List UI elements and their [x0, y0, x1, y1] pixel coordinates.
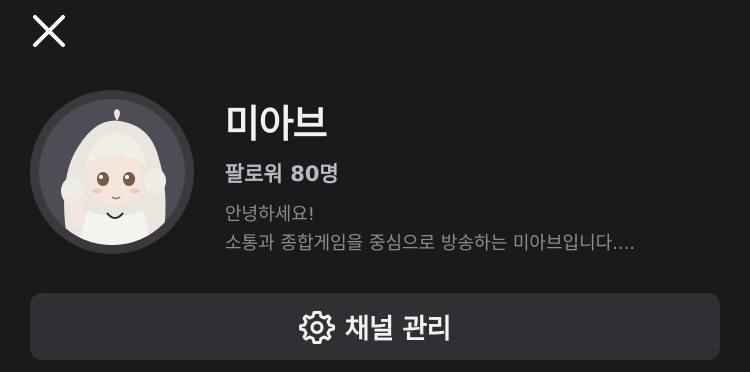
channel-manage-label: 채널 관리: [344, 314, 452, 345]
avatar[interactable]: [30, 90, 194, 254]
channel-profile-panel: 미아브 팔로워 80명 안녕하세요! 소통과 종합게임을 중심으로 방송하는 미…: [0, 0, 750, 372]
gear-icon: [298, 309, 335, 345]
channel-name: 미아브: [225, 102, 328, 146]
close-button[interactable]: [28, 10, 70, 52]
profile-info: 미아브 팔로워 80명 안녕하세요! 소통과 종합게임을 중심으로 방송하는 미…: [225, 100, 730, 258]
bio-line: 안녕하세요!: [225, 204, 316, 225]
follower-count: 팔로워 80명: [225, 162, 339, 186]
avatar-image: [39, 99, 185, 245]
close-icon: [33, 15, 65, 47]
bio-line: 소통과 종합게임을 중심으로 방송하는 미아브입니다....: [225, 233, 636, 254]
channel-manage-button[interactable]: 채널 관리: [30, 293, 720, 360]
channel-bio: 안녕하세요! 소통과 종합게임을 중심으로 방송하는 미아브입니다....: [225, 200, 730, 258]
